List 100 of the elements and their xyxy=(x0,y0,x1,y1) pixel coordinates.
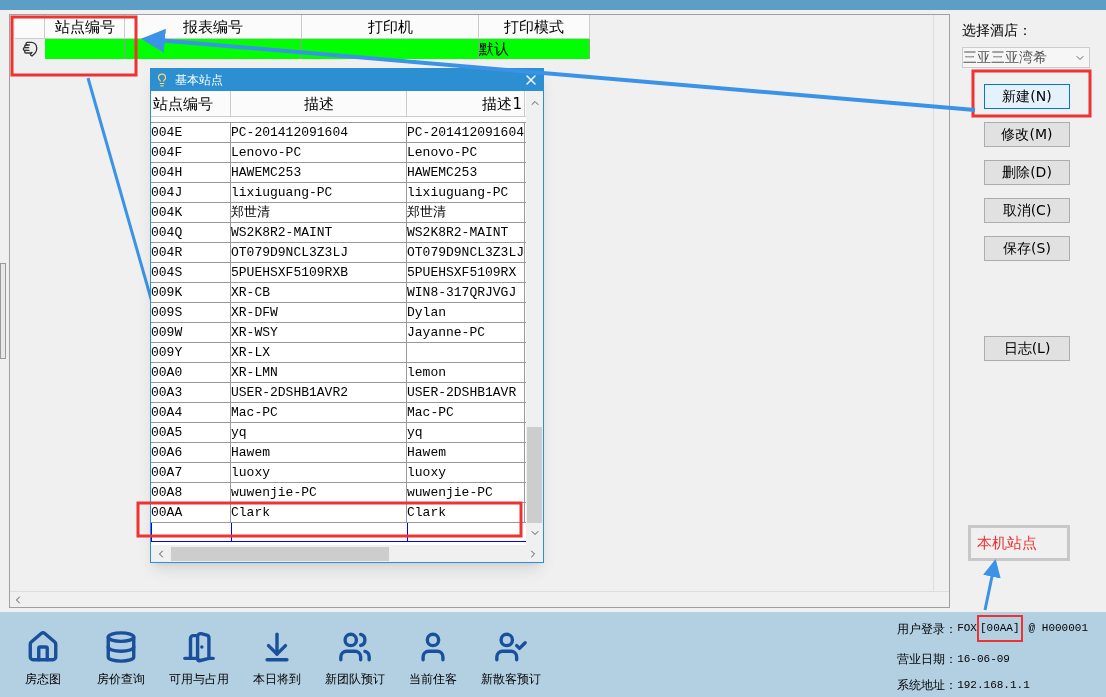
action-button[interactable]: 保存(S) xyxy=(984,236,1070,261)
table-cell: USER-2DSHB1AVR xyxy=(407,383,525,402)
table-cell: Clark xyxy=(407,503,525,522)
table-cell: Lenovo-PC xyxy=(407,143,525,162)
table-cell: 004J xyxy=(151,183,231,202)
table-cell: WIN8-317QRJVGJ xyxy=(407,283,525,302)
action-button[interactable]: 日志(L) xyxy=(984,336,1070,361)
column-header: 站点编号 xyxy=(151,91,231,116)
hotel-dropdown[interactable]: 三亚三亚湾希 xyxy=(962,47,1090,68)
table-cell: XR-DFW xyxy=(231,303,407,322)
status-value: FOX xyxy=(957,621,977,637)
status-value: @ H000001 xyxy=(1028,621,1088,637)
table-cell: Mac-PC xyxy=(407,403,525,422)
toolbar-button[interactable]: 当前住客 xyxy=(398,629,468,688)
table-cell: wuwenjie-PC xyxy=(231,483,407,502)
table-cell: PC-201412091604 xyxy=(231,123,407,142)
table-cell: 默认 xyxy=(479,39,590,59)
table-cell: 004R xyxy=(151,243,231,262)
table-cell: yq xyxy=(407,423,525,442)
dialog-title: 基本站点 xyxy=(175,72,224,89)
table-cell: luoxy xyxy=(231,463,407,482)
table-cell: lixiuguang-PC xyxy=(231,183,407,202)
pointer-hand-icon xyxy=(22,40,38,58)
table-cell: HAWEMC253 xyxy=(407,163,525,182)
table-cell: XR-WSY xyxy=(231,323,407,342)
table-cell: XR-LMN xyxy=(231,363,407,382)
scroll-thumb[interactable] xyxy=(171,546,389,561)
splitter-handle[interactable] xyxy=(0,263,6,359)
table-cell: XR-CB xyxy=(231,283,407,302)
table-cell: Hawem xyxy=(407,443,525,462)
table-cell: 009K xyxy=(151,283,231,302)
table-cell: 00A4 xyxy=(151,403,231,422)
table-cell: OT079D9NCL3Z3LJ xyxy=(231,243,407,262)
table-cell: lemon xyxy=(407,363,525,382)
status-label: 用户登录： xyxy=(897,620,958,638)
house-icon xyxy=(26,629,60,664)
table-cell: Hawem xyxy=(231,443,407,462)
table-cell: Dylan xyxy=(407,303,525,322)
table-cell: 004Q xyxy=(151,223,231,242)
toolbar-button[interactable]: 房态图 xyxy=(8,629,78,688)
table-cell: 00A7 xyxy=(151,463,231,482)
table-cell: 00A6 xyxy=(151,443,231,462)
table-cell: 00A3 xyxy=(151,383,231,402)
table-cell: Lenovo-PC xyxy=(231,143,407,162)
column-header: 打印机 xyxy=(302,15,479,38)
door-icon xyxy=(182,629,216,664)
hotel-label: 选择酒店： xyxy=(962,21,1033,40)
table-cell: 郑世清 xyxy=(407,203,525,222)
horizontal-scrollbar[interactable] xyxy=(10,591,949,607)
table-cell: 004S xyxy=(151,263,231,282)
column-header: 站点编号 xyxy=(45,15,125,38)
table-cell: 5PUEHSXF5109RX xyxy=(407,263,525,282)
table-cell: 郑世清 xyxy=(231,203,407,222)
table-cell: 00A0 xyxy=(151,363,231,382)
table-cell: WS2K8R2-MAINT xyxy=(231,223,407,242)
table-cell: luoxy xyxy=(407,463,525,482)
table-cell: 009S xyxy=(151,303,231,322)
vertical-scrollbar[interactable] xyxy=(526,91,543,545)
toolbar-button[interactable]: 本日将到 xyxy=(242,629,312,688)
action-button[interactable]: 删除(D) xyxy=(984,160,1070,185)
toolbar-button[interactable]: 新散客预订 xyxy=(476,629,546,688)
table-cell: Clark xyxy=(231,503,407,522)
scroll-thumb[interactable] xyxy=(527,427,542,523)
table-cell: USER-2DSHB1AVR2 xyxy=(231,383,407,402)
toolbar-button[interactable]: 房价查询 xyxy=(86,629,156,688)
table-cell: 004E xyxy=(151,123,231,142)
action-button[interactable]: 修改(M) xyxy=(984,122,1070,147)
status-label: 系统地址： xyxy=(897,676,958,694)
table-cell: PC-201412091604 xyxy=(407,123,525,142)
status-label: 营业日期： xyxy=(897,650,958,668)
table-cell: 004F xyxy=(151,143,231,162)
table-cell: 00AA xyxy=(151,503,231,522)
table-cell: Mac-PC xyxy=(231,403,407,422)
table-cell: 004H xyxy=(151,163,231,182)
table-cell: 009W xyxy=(151,323,231,342)
annotation-arrow xyxy=(983,559,1001,611)
table-cell: 009Y xyxy=(151,343,231,362)
table-cell: 00A8 xyxy=(151,483,231,502)
table-cell: Jayanne-PC xyxy=(407,323,525,342)
table-cell: XR-LX xyxy=(231,343,407,362)
column-header: 报表编号 xyxy=(125,15,302,38)
table-cell: 004K xyxy=(151,203,231,222)
table-cell: lixiuguang-PC xyxy=(407,183,525,202)
table-cell: HAWEMC253 xyxy=(231,163,407,182)
column-header: 描述 xyxy=(231,91,407,116)
lightbulb-icon xyxy=(155,73,169,87)
status-value: 192.168.1.1 xyxy=(957,677,1030,693)
highlighted-station-code: [00AA] xyxy=(976,615,1023,642)
action-button[interactable]: 新建(N) xyxy=(984,84,1070,109)
toolbar-button[interactable]: 新团队预订 xyxy=(320,629,390,688)
column-header: 描述1 xyxy=(407,91,525,116)
table-cell: OT079D9NCL3Z3LJ xyxy=(407,243,525,262)
column-header: 打印模式 xyxy=(479,15,590,38)
table-cell: 5PUEHSXF5109RXB xyxy=(231,263,407,282)
table-cell: yq xyxy=(231,423,407,442)
table-cell: WS2K8R2-MAINT xyxy=(407,223,525,242)
action-button[interactable]: 取消(C) xyxy=(984,198,1070,223)
toolbar-button[interactable]: 可用与占用 xyxy=(164,629,234,688)
table-cell: wuwenjie-PC xyxy=(407,483,525,502)
callout-text: 本机站点 xyxy=(977,532,1037,554)
